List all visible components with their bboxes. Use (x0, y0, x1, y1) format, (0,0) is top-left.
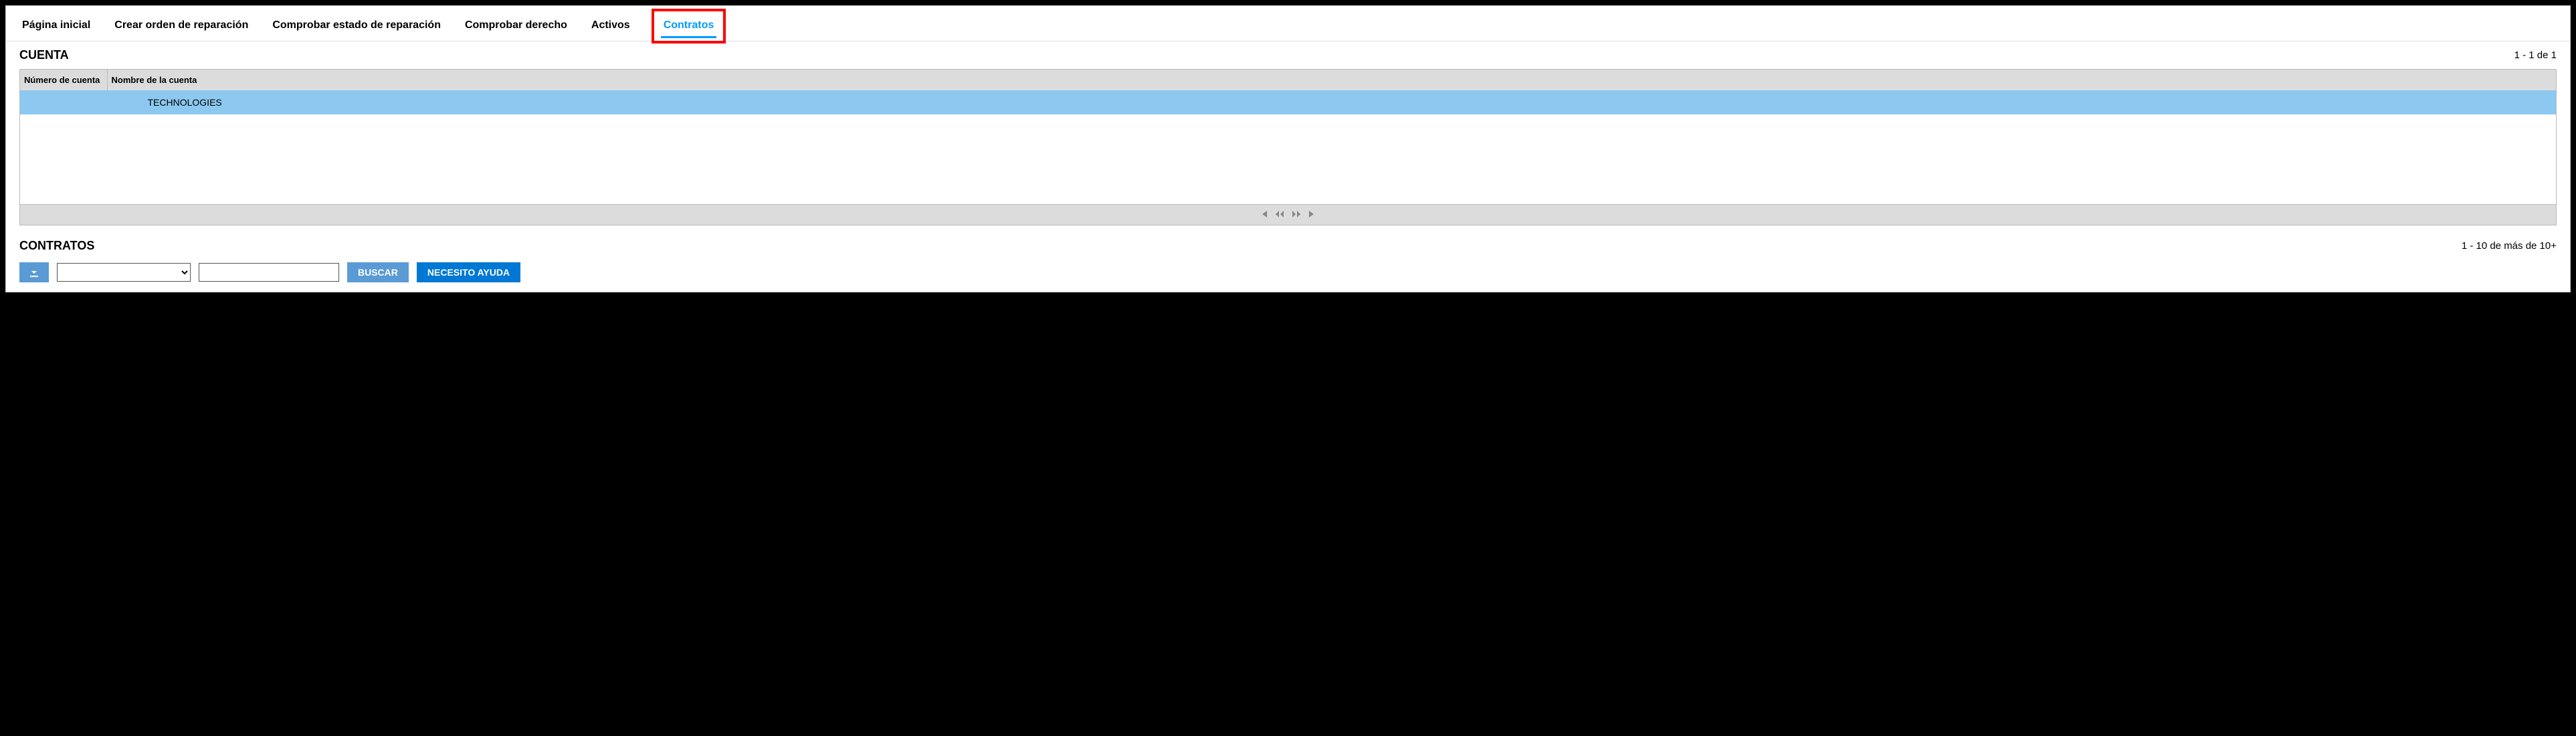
filter-text-input[interactable] (199, 263, 339, 282)
account-table-body[interactable]: TECHNOLOGIES (20, 90, 2556, 204)
account-table: Número de cuenta Nombre de la cuenta (20, 70, 2556, 90)
filter-select[interactable] (57, 263, 191, 282)
account-col-number[interactable]: Número de cuenta (20, 70, 107, 90)
contracts-range: 1 - 10 de más de 10+ (2462, 240, 2557, 252)
account-title: CUENTA (19, 48, 69, 62)
account-table-container: Número de cuenta Nombre de la cuenta TEC… (19, 69, 2557, 225)
account-col-name[interactable]: Nombre de la cuenta (107, 70, 2556, 90)
tab-contracts-highlight: Contratos (652, 9, 726, 43)
need-help-button[interactable]: NECESITO AYUDA (417, 262, 520, 282)
account-row-name: TECHNOLOGIES (107, 90, 2556, 114)
pager-last-icon[interactable] (1308, 209, 1315, 219)
tab-contracts[interactable]: Contratos (661, 14, 717, 38)
filter-select-wrap (57, 263, 191, 282)
account-section: CUENTA 1 - 1 de 1 Número de cuenta Nombr… (6, 41, 2570, 232)
pager-prev-icon[interactable] (1276, 209, 1284, 219)
account-range: 1 - 1 de 1 (2514, 50, 2557, 61)
contracts-header: CONTRATOS 1 - 10 de más de 10+ (19, 239, 2557, 253)
app-window: Página inicial Crear orden de reparación… (5, 5, 2571, 292)
download-button[interactable] (19, 262, 49, 282)
account-row-number (20, 90, 107, 114)
pager-first-icon[interactable] (1261, 209, 1268, 219)
account-pager (20, 204, 2556, 225)
contracts-title: CONTRATOS (19, 239, 94, 253)
main-tabs: Página inicial Crear orden de reparación… (6, 6, 2570, 41)
tab-create-repair-order[interactable]: Crear orden de reparación (112, 14, 251, 38)
account-header: CUENTA 1 - 1 de 1 (19, 48, 2557, 62)
tab-check-entitlement[interactable]: Comprobar derecho (462, 14, 570, 38)
account-table-header-row: Número de cuenta Nombre de la cuenta (20, 70, 2556, 90)
contracts-toolbar: BUSCAR NECESITO AYUDA (6, 262, 2570, 292)
table-row[interactable]: TECHNOLOGIES (20, 90, 2556, 114)
tab-check-repair-status[interactable]: Comprobar estado de reparación (270, 14, 443, 38)
download-icon (29, 267, 39, 278)
tab-home[interactable]: Página inicial (19, 14, 93, 38)
contracts-section: CONTRATOS 1 - 10 de más de 10+ (6, 232, 2570, 262)
search-button[interactable]: BUSCAR (347, 262, 409, 282)
tab-assets[interactable]: Activos (589, 14, 633, 38)
pager-next-icon[interactable] (1292, 209, 1300, 219)
